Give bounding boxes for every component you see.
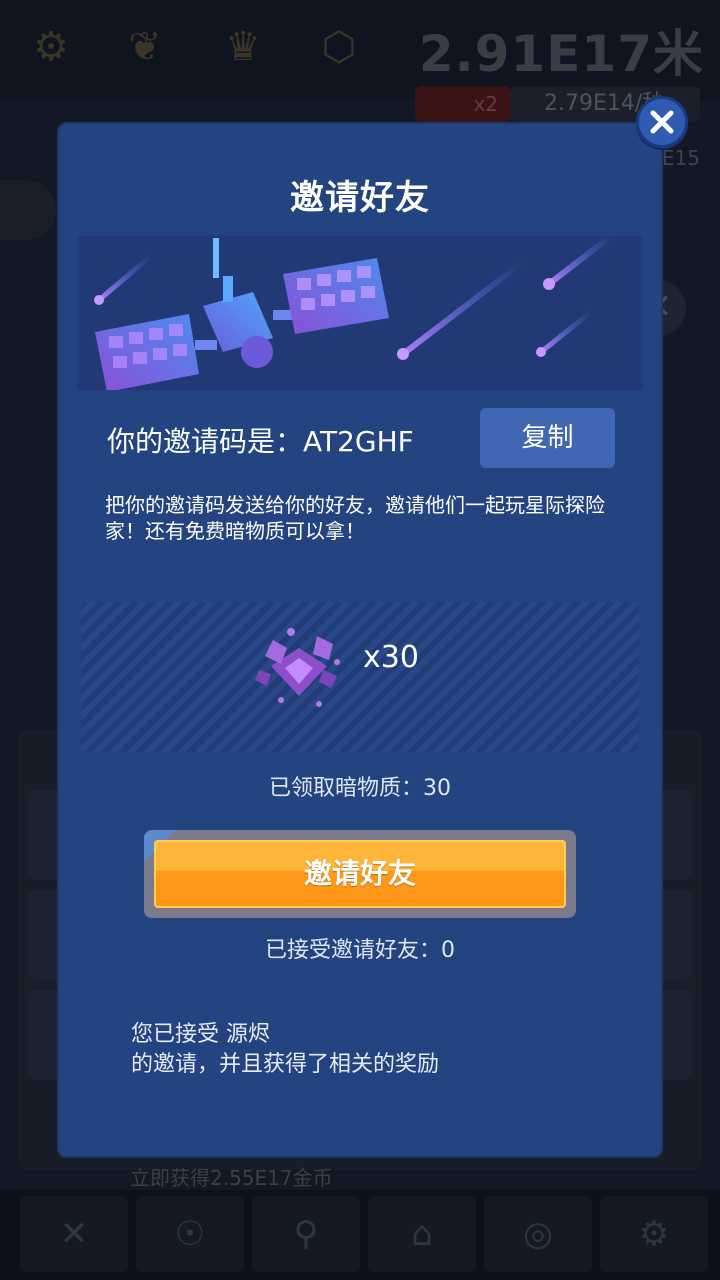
nav-tab: ✕ [20,1196,128,1272]
inviter-line: 的邀请，并且获得了相关的奖励 [131,1052,440,1077]
copy-button[interactable]: 复制 [480,408,615,468]
claimed-dark-matter: 已领取暗物质：30 [269,776,451,801]
close-button[interactable] [636,96,688,148]
dark-matter-icon [255,628,340,707]
reward-box: x30 [81,602,639,752]
bonus-text: 立即获得2.55E17金币 [130,1166,333,1190]
badge-icon: ⬡ [321,24,357,70]
reward-count: x30 [363,640,419,675]
invite-description: 把你的邀请码发送给你的好友，邀请他们一起玩星际探险家！还有免费暗物质可以拿！ [105,493,605,543]
invite-code-label: 你的邀请码是：AT2GHF [107,425,414,458]
nav-tab: ⚙ [600,1196,708,1272]
inviter-note: 您已接受 源烬 的邀请，并且获得了相关的奖励 [131,1020,591,1080]
rate-secondary: E15 [661,146,700,170]
invite-banner [77,236,643,390]
crown-icon: ♛ [225,24,261,70]
dialog-title: 邀请好友 [290,178,430,218]
accepted-friends-count: 已接受邀请好友：0 [265,938,455,963]
gear-icon: ⚙ [33,24,69,70]
laurel-icon: ❦ [128,24,162,70]
invite-button-frame: 邀请好友 [144,830,576,918]
satellite-icon [94,236,614,390]
nav-tab: ☉ [136,1196,244,1272]
nav-tab: ⚲ [252,1196,360,1272]
close-icon [650,110,674,134]
nav-tab: ⌂ [368,1196,476,1272]
side-tab [0,180,56,240]
inviter-line: 您已接受 源烬 [131,1022,270,1047]
invite-friends-button[interactable]: 邀请好友 [154,840,566,908]
multiplier-badge: x2 [415,86,510,122]
nav-tab: ◎ [484,1196,592,1272]
invite-dialog: 邀请好友 你的邀请码是：AT2GHF 复制 把你的邀请码发送给你的好友，邀请他们… [57,122,663,1158]
distance-counter: 2.91E17米 [418,25,704,83]
